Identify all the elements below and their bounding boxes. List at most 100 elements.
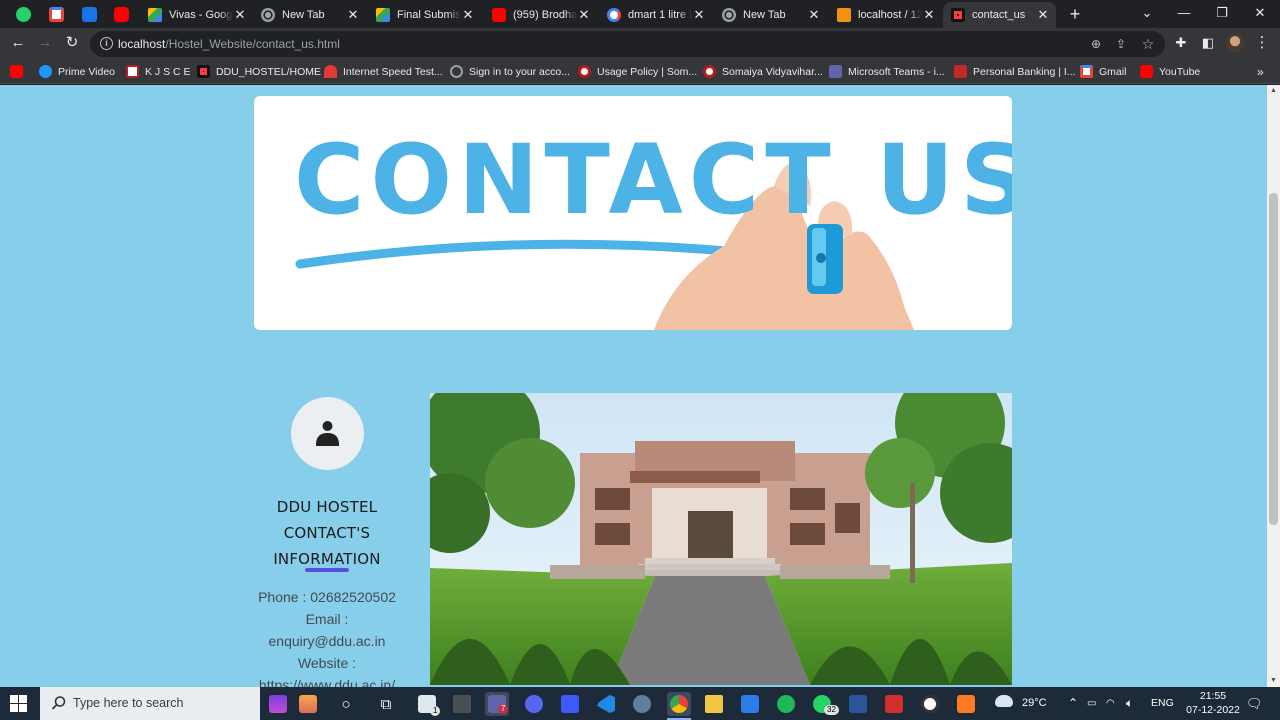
taskbar-cortana[interactable]: ○ [334, 692, 358, 716]
taskbar-app-bird[interactable] [630, 692, 654, 716]
taskbar-unity[interactable] [450, 692, 474, 716]
pinned-tab-contacts[interactable] [78, 4, 100, 24]
bookmark-star-icon[interactable]: ☆ [1139, 35, 1157, 53]
weather-temperature[interactable]: 29°C [1022, 687, 1047, 720]
tab-contact-us[interactable]: contact_us ✕ [943, 2, 1056, 28]
email-link[interactable]: enquiry@ddu.ac.in [234, 633, 420, 649]
tab-youtube-brodha[interactable]: (959) Brodha ✕ [484, 2, 597, 28]
zoom-icon[interactable]: ⊕ [1087, 35, 1105, 53]
bookmark-kjsce[interactable]: K J S C E [126, 64, 191, 79]
taskbar-word[interactable] [846, 692, 870, 716]
language-indicator[interactable]: ENG [1151, 687, 1174, 720]
restore-icon[interactable]: ❐ [1212, 4, 1232, 24]
scroll-up-icon[interactable]: ▲ [1267, 85, 1280, 97]
close-tab-icon[interactable]: ✕ [692, 7, 706, 23]
page-scrollbar[interactable]: ▲ ▼ [1267, 85, 1280, 687]
taskbar-file-explorer[interactable] [702, 692, 726, 716]
forward-icon[interactable]: → [35, 33, 55, 53]
notifications-icon[interactable]: 🗨︎ [1246, 687, 1263, 720]
website-label: Website : [297, 655, 357, 671]
tab-final-submission[interactable]: Final Submission ✕ [368, 2, 481, 28]
tab-search-icon[interactable]: ⌄ [1137, 4, 1157, 24]
bookmark-teams[interactable]: Microsoft Teams - i... [829, 64, 945, 79]
close-tab-icon[interactable]: ✕ [1036, 7, 1050, 23]
taskbar-draw-app[interactable] [558, 692, 582, 716]
tab-new-tab-2[interactable]: New Tab ✕ [714, 2, 827, 28]
tab-phpmyadmin[interactable]: localhost / 12 ✕ [829, 2, 942, 28]
tab-new-tab-1[interactable]: New Tab ✕ [253, 2, 366, 28]
speedtest-icon [324, 65, 337, 78]
studio-icon [741, 695, 759, 713]
pinned-tab-youtube[interactable] [110, 4, 132, 24]
taskbar-discord[interactable] [522, 692, 546, 716]
bookmark-label: Usage Policy | Som... [597, 65, 698, 78]
windows-start-icon[interactable] [10, 695, 27, 712]
taskbar-clipchamp[interactable] [266, 692, 290, 716]
tab-dmart[interactable]: dmart 1 litre I ✕ [599, 2, 712, 28]
tab-title: Vivas - Google [169, 9, 233, 21]
taskbar-azure-studio[interactable] [738, 692, 762, 716]
bookmark-prime-video[interactable]: Prime Video [39, 64, 115, 79]
pinned-tab-gmail[interactable] [45, 4, 67, 24]
back-icon[interactable]: ← [8, 33, 28, 53]
tab-title: contact_us [972, 9, 1026, 21]
clapper-icon [269, 695, 287, 713]
taskbar-acrobat[interactable] [882, 692, 906, 716]
bookmark-banking[interactable]: Personal Banking | I... [954, 64, 1076, 79]
bookmark-somaiya[interactable]: Somaiya Vidyavihar... [703, 64, 823, 79]
show-hidden-icons-icon[interactable]: ⌃ [1068, 687, 1078, 720]
bird-icon [633, 695, 651, 713]
new-tab-button[interactable]: + [1065, 4, 1085, 24]
email-label: Email : [305, 611, 349, 627]
weather-icon[interactable] [995, 687, 1017, 720]
bookmark-label: Personal Banking | I... [973, 65, 1076, 78]
bookmark-speedtest[interactable]: Internet Speed Test... [324, 64, 443, 79]
taskbar-photos[interactable] [296, 692, 320, 716]
phpmyadmin-icon [837, 8, 851, 22]
close-tab-icon[interactable]: ✕ [233, 7, 247, 23]
network-icon[interactable]: ◠ [1106, 687, 1115, 720]
taskbar-chrome[interactable] [667, 692, 691, 716]
bookmark-gmail[interactable]: Gmail [1080, 64, 1126, 79]
close-tab-icon[interactable]: ✕ [461, 7, 475, 23]
close-tab-icon[interactable]: ✕ [922, 7, 936, 23]
taskbar-vscode[interactable] [594, 692, 618, 716]
youtube-icon [113, 6, 129, 22]
url-text[interactable]: localhost/Hostel_Website/contact_us.html [118, 37, 340, 51]
side-panel-icon[interactable]: ◧ [1198, 33, 1218, 53]
tab-vivas[interactable]: Vivas - Google ✕ [140, 2, 253, 28]
battery-icon[interactable]: ▭ [1087, 687, 1096, 720]
taskbar-clock[interactable]: 21:55 07-12-2022 [1183, 689, 1243, 717]
taskbar-xampp[interactable] [954, 692, 978, 716]
profile-avatar[interactable] [1225, 33, 1245, 53]
bookmark-youtube-pinned[interactable] [10, 64, 29, 79]
site-info-icon[interactable]: i [100, 37, 113, 50]
scroll-down-icon[interactable]: ▼ [1267, 675, 1280, 687]
more-bookmarks-icon[interactable]: » [1257, 64, 1264, 79]
taskbar-spotify[interactable] [774, 692, 798, 716]
taskbar-search-box[interactable]: Type here to search [40, 687, 260, 720]
taskbar-task-view[interactable]: ⧉ [374, 692, 398, 716]
bookmark-ddu-hostel[interactable]: DDU_HOSTEL/HOME [197, 64, 321, 79]
more-menu-icon[interactable]: ⋮ [1252, 33, 1272, 53]
address-bar[interactable]: i localhost/Hostel_Website/contact_us.ht… [90, 31, 1165, 57]
minimize-icon[interactable]: — [1174, 4, 1194, 24]
taskbar-clock-app[interactable] [918, 692, 942, 716]
reload-icon[interactable]: ↻ [62, 33, 82, 53]
close-window-icon[interactable]: ✕ [1250, 4, 1270, 24]
close-tab-icon[interactable]: ✕ [577, 7, 591, 23]
bookmark-usage-policy[interactable]: Usage Policy | Som... [578, 64, 697, 79]
close-tab-icon[interactable]: ✕ [807, 7, 821, 23]
share-icon[interactable]: ⇪ [1112, 35, 1130, 53]
website-link[interactable]: https://www.ddu.ac.in/ [234, 677, 420, 687]
scrollbar-thumb[interactable] [1269, 193, 1278, 525]
google-drive-icon [148, 8, 162, 22]
tab-title: (959) Brodha [513, 9, 577, 21]
close-tab-icon[interactable]: ✕ [346, 7, 360, 23]
bookmark-youtube[interactable]: YouTube [1140, 64, 1200, 79]
contacts-icon [81, 6, 97, 22]
extensions-icon[interactable]: ✚ [1171, 33, 1191, 53]
bookmark-sign-in[interactable]: Sign in to your acco... [450, 64, 570, 79]
volume-icon[interactable]: 🔈︎ [1126, 687, 1133, 720]
pinned-tab-whatsapp[interactable] [12, 4, 34, 24]
